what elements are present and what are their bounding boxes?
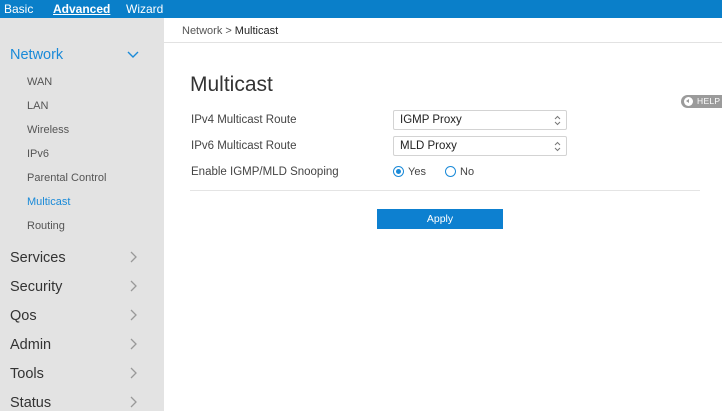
chevron-right-icon <box>130 251 137 263</box>
sidebar-item-routing[interactable]: Routing <box>0 216 164 238</box>
sidebar-item-lan[interactable]: LAN <box>0 96 164 118</box>
ipv4-multicast-route-value: IGMP Proxy <box>400 114 462 126</box>
sidebar-item-label: LAN <box>27 100 49 112</box>
help-label: HELP <box>697 96 721 106</box>
sidebar-item-label: Routing <box>27 220 65 232</box>
sidebar-section-label: Services <box>10 250 66 266</box>
sidebar-item-label: Parental Control <box>27 172 107 184</box>
sidebar-section-label: Tools <box>10 366 44 382</box>
snooping-no-radio[interactable] <box>445 166 456 177</box>
ipv4-multicast-route-row: IPv4 Multicast Route IGMP Proxy <box>191 110 711 132</box>
sidebar-item-parental-control[interactable]: Parental Control <box>0 168 164 190</box>
sidebar-item-wireless[interactable]: Wireless <box>0 120 164 142</box>
snooping-row: Enable IGMP/MLD Snooping Yes No <box>191 162 711 184</box>
snooping-label: Enable IGMP/MLD Snooping <box>191 166 339 178</box>
breadcrumb: Network > Multicast <box>182 25 278 37</box>
sidebar-section-network[interactable]: Network <box>0 43 164 69</box>
ipv4-multicast-route-select[interactable]: IGMP Proxy <box>393 110 567 130</box>
sidebar-section-label: Network <box>10 47 64 63</box>
tab-advanced[interactable]: Advanced <box>53 2 110 16</box>
page-title: Multicast <box>190 73 273 96</box>
sidebar-section-security[interactable]: Security <box>0 275 164 301</box>
sidebar-section-status[interactable]: Status <box>0 391 164 411</box>
sidebar-item-label: Multicast <box>27 196 71 208</box>
help-button[interactable]: HELP <box>681 95 722 108</box>
sidebar-item-label: IPv6 <box>27 148 50 160</box>
snooping-no-label[interactable]: No <box>460 166 474 178</box>
select-arrows-icon <box>554 141 561 152</box>
sidebar-section-label: Admin <box>10 337 52 353</box>
sidebar-section-tools[interactable]: Tools <box>0 362 164 388</box>
sidebar: Network WAN LAN Wireless IPv6 Parental C… <box>0 18 164 411</box>
sidebar-item-ipv6[interactable]: IPv6 <box>0 144 164 166</box>
chevron-right-icon <box>130 309 137 321</box>
sidebar-section-label: Qos <box>10 308 37 324</box>
sidebar-section-qos[interactable]: Qos <box>0 304 164 330</box>
sidebar-section-label: Security <box>10 279 63 295</box>
help-arrow-icon <box>684 97 693 106</box>
breadcrumb-separator: > <box>225 25 232 37</box>
chevron-right-icon <box>130 396 137 408</box>
sidebar-section-admin[interactable]: Admin <box>0 333 164 359</box>
tab-basic[interactable]: Basic <box>4 2 33 16</box>
sidebar-item-label: Wireless <box>27 124 70 136</box>
ipv6-multicast-route-select[interactable]: MLD Proxy <box>393 136 567 156</box>
chevron-down-icon <box>127 51 139 58</box>
sidebar-section-label: Status <box>10 395 52 411</box>
select-arrows-icon <box>554 115 561 126</box>
ipv6-multicast-route-label: IPv6 Multicast Route <box>191 140 297 152</box>
header-divider <box>164 42 722 43</box>
breadcrumb-parent[interactable]: Network <box>182 25 222 37</box>
snooping-yes-radio[interactable] <box>393 166 404 177</box>
apply-button[interactable]: Apply <box>377 209 503 229</box>
snooping-yes-label[interactable]: Yes <box>408 166 426 178</box>
ipv6-multicast-route-row: IPv6 Multicast Route MLD Proxy <box>191 136 711 158</box>
breadcrumb-current: Multicast <box>234 25 279 37</box>
chevron-right-icon <box>130 367 137 379</box>
tab-wizard[interactable]: Wizard <box>126 2 163 16</box>
form-divider <box>190 190 700 191</box>
ipv4-multicast-route-label: IPv4 Multicast Route <box>191 114 297 126</box>
top-nav-bar: Basic Advanced Wizard <box>0 0 722 18</box>
chevron-right-icon <box>130 280 137 292</box>
ipv6-multicast-route-value: MLD Proxy <box>400 140 457 152</box>
sidebar-item-wan[interactable]: WAN <box>0 72 164 94</box>
sidebar-item-label: WAN <box>27 76 53 88</box>
chevron-right-icon <box>130 338 137 350</box>
sidebar-section-services[interactable]: Services <box>0 246 164 272</box>
sidebar-item-multicast[interactable]: Multicast <box>0 192 164 214</box>
